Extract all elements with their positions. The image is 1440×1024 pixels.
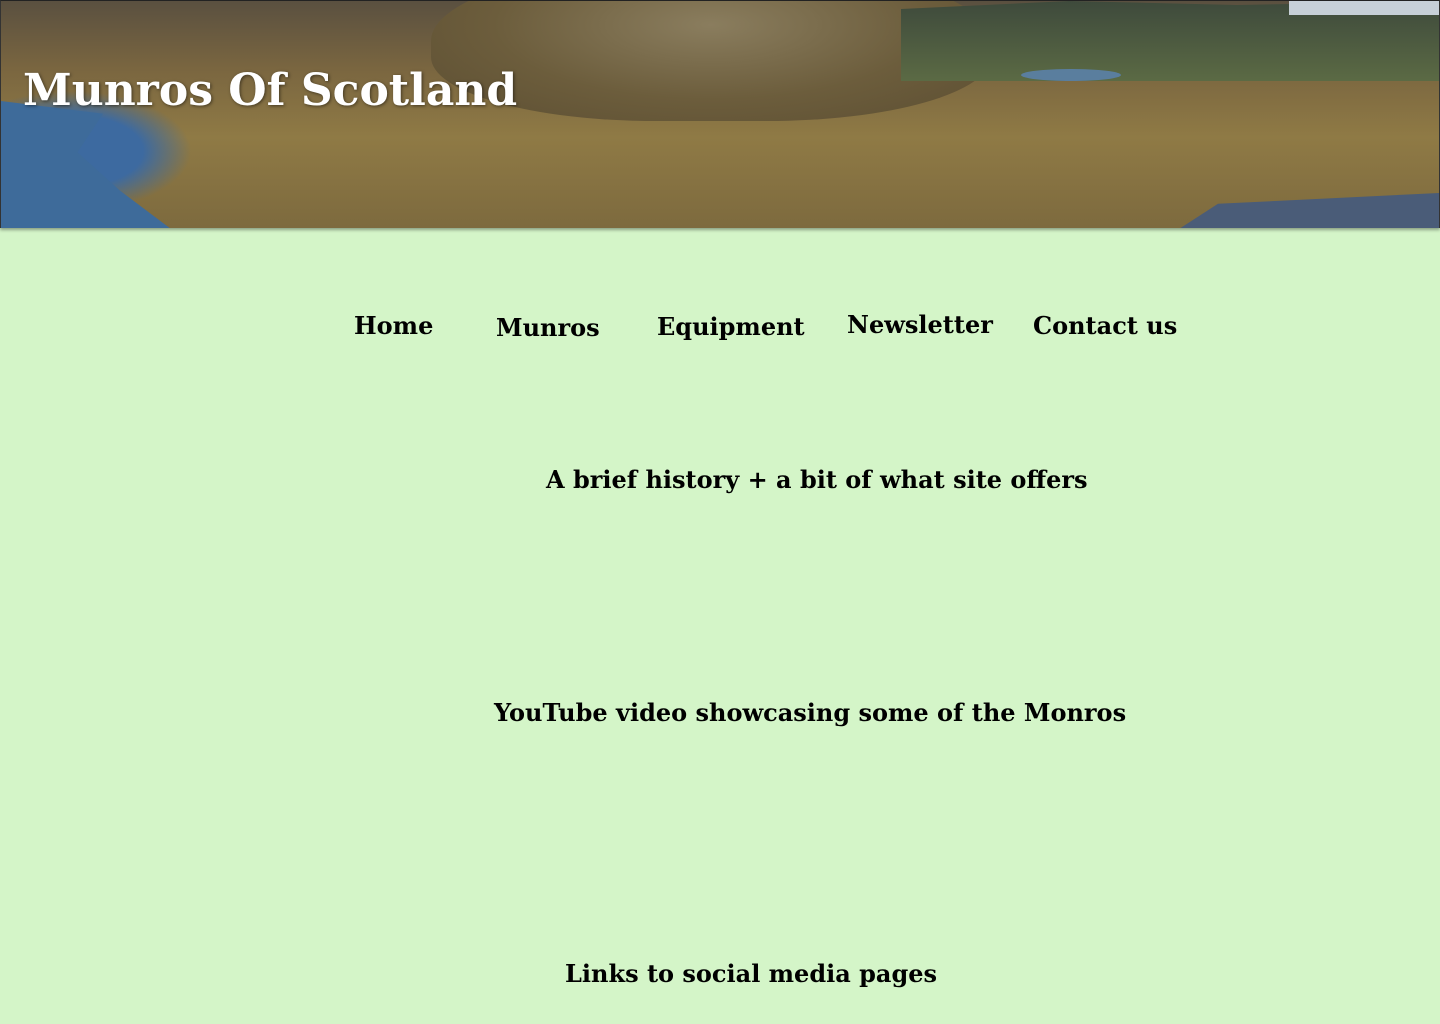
header-banner: Munros Of Scotland (0, 0, 1440, 228)
site-title: Munros Of Scotland (23, 65, 518, 116)
banner-sky-image (1289, 1, 1439, 15)
banner-loch-image (1021, 69, 1121, 81)
nav-home-link[interactable]: Home (354, 311, 433, 340)
history-section-text: A brief history + a bit of what site off… (546, 465, 1088, 494)
nav-equipment-link[interactable]: Equipment (657, 312, 805, 341)
banner-lake-image (1179, 193, 1439, 228)
nav-contact-link[interactable]: Contact us (1033, 311, 1177, 340)
video-section-text: YouTube video showcasing some of the Mon… (494, 698, 1127, 727)
banner-lake-image (1, 101, 171, 228)
nav-munros-link[interactable]: Munros (496, 313, 600, 342)
nav-newsletter-link[interactable]: Newsletter (847, 310, 993, 339)
social-links-section-text: Links to social media pages (565, 959, 938, 988)
